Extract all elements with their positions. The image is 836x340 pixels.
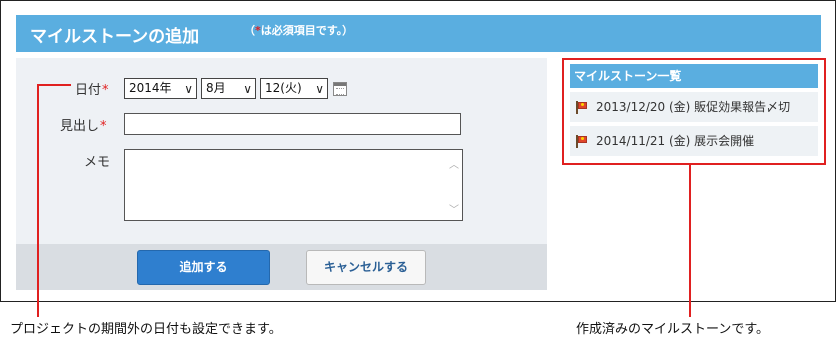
cancel-button[interactable]: キャンセルする xyxy=(306,250,426,285)
page-title: マイルストーンの追加 xyxy=(30,27,200,47)
day-select[interactable]: 12(火) ∨ xyxy=(260,78,328,99)
title-bar: マイルストーンの追加 （*は必須項目です。） xyxy=(16,15,821,52)
scroll-down-icon[interactable]: ﹀ xyxy=(449,201,459,216)
annotation-left: プロジェクトの期間外の日付も設定できます。 xyxy=(10,322,282,337)
subject-label: 見出し* xyxy=(60,119,107,134)
add-button[interactable]: 追加する xyxy=(137,250,270,285)
date-label: 日付* xyxy=(75,83,109,98)
year-select[interactable]: 2014年 ∨ xyxy=(124,78,197,99)
required-note: （*は必須項目です。） xyxy=(244,24,354,37)
chevron-down-icon: ∨ xyxy=(243,82,252,96)
dialog-frame: マイルストーンの追加 （*は必須項目です。） 日付* 2014年 ∨ 8月 ∨ 12… xyxy=(0,0,836,302)
milestone-flag-icon xyxy=(576,101,588,114)
subject-input[interactable] xyxy=(124,113,461,135)
callout-line-right xyxy=(689,164,691,317)
callout-line-left-horizontal xyxy=(37,84,71,86)
required-star: * xyxy=(102,83,109,98)
memo-textarea[interactable]: ︿ ﹀ xyxy=(124,149,463,221)
month-select[interactable]: 8月 ∨ xyxy=(201,78,256,99)
required-star: * xyxy=(100,119,107,134)
milestone-panel: マイルストーン一覧 2013/12/20 (金) 販促効果報告〆切 2014/1… xyxy=(562,58,826,165)
calendar-icon[interactable] xyxy=(333,82,347,96)
milestone-list-heading: マイルストーン一覧 xyxy=(570,64,818,88)
milestone-item[interactable]: 2013/12/20 (金) 販促効果報告〆切 xyxy=(570,92,818,122)
annotation-right: 作成済みのマイルストーンです。 xyxy=(576,322,770,337)
button-bar: 追加する キャンセルする xyxy=(16,244,547,290)
milestone-item[interactable]: 2014/11/21 (金) 展示会開催 xyxy=(570,126,818,156)
milestone-flag-icon xyxy=(576,135,588,148)
callout-line-left xyxy=(37,84,39,317)
scroll-up-icon[interactable]: ︿ xyxy=(449,156,459,171)
chevron-down-icon: ∨ xyxy=(315,82,324,96)
form-panel: 日付* 2014年 ∨ 8月 ∨ 12(火) ∨ 見出し* メモ ︿ ﹀ 追加する キ… xyxy=(16,58,547,290)
chevron-down-icon: ∨ xyxy=(184,82,193,96)
memo-label: メモ xyxy=(84,155,111,170)
